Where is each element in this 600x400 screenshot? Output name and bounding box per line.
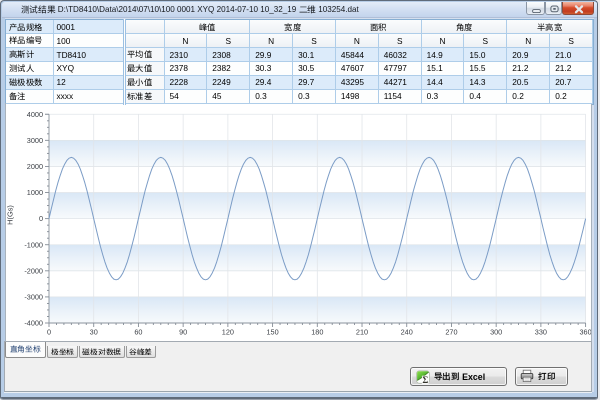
svg-text:-4000: -4000	[24, 319, 43, 328]
svg-text:-1000: -1000	[24, 240, 43, 249]
svg-text:-3000: -3000	[24, 293, 43, 302]
svg-text:3000: 3000	[27, 136, 43, 145]
svg-text:H(Gs): H(Gs)	[6, 205, 15, 225]
svg-text:30: 30	[90, 328, 98, 337]
svg-text:1000: 1000	[27, 188, 43, 197]
svg-text:-2000: -2000	[24, 266, 43, 275]
svg-text:Σ: Σ	[422, 375, 428, 384]
svg-text:300: 300	[490, 328, 502, 337]
svg-text:120: 120	[222, 328, 234, 337]
svg-text:330: 330	[535, 328, 547, 337]
svg-text:210: 210	[356, 328, 368, 337]
svg-text:2000: 2000	[27, 162, 43, 171]
svg-text:90: 90	[179, 328, 187, 337]
svg-text:0: 0	[39, 214, 43, 223]
svg-text:150: 150	[266, 328, 278, 337]
svg-text:4000: 4000	[27, 110, 43, 119]
svg-text:180: 180	[311, 328, 323, 337]
svg-text:360: 360	[580, 328, 592, 337]
svg-text:240: 240	[401, 328, 413, 337]
svg-text:0: 0	[47, 328, 51, 337]
svg-text:60: 60	[134, 328, 142, 337]
svg-text:270: 270	[445, 328, 457, 337]
